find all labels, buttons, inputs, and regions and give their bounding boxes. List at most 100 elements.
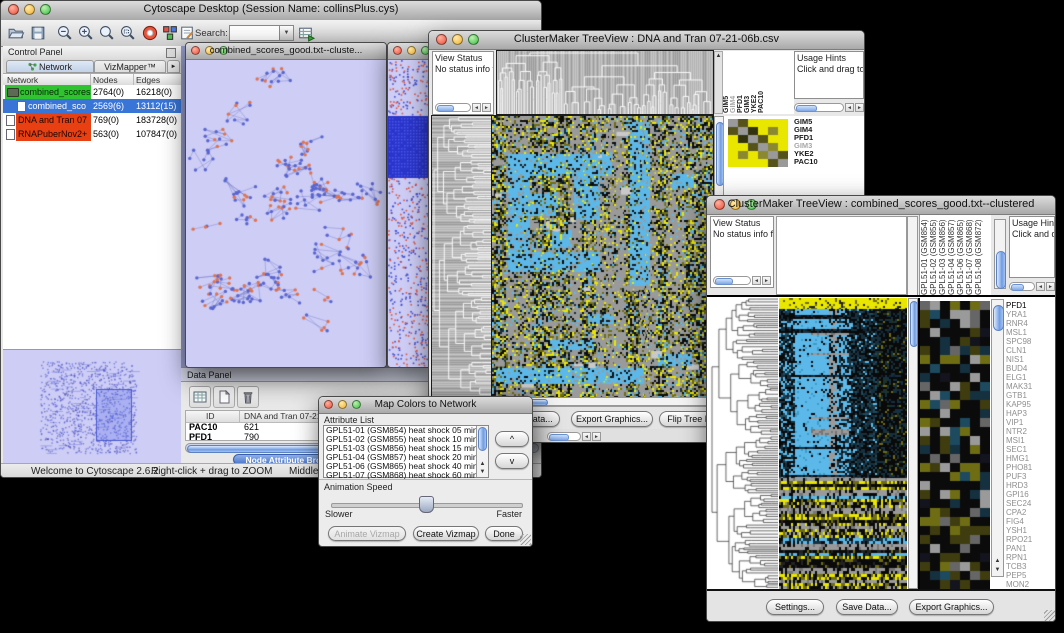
tab-vizmapper[interactable]: VizMapper™ bbox=[94, 60, 166, 73]
array-column-label[interactable]: GPL51-07 (GSM868) bbox=[965, 215, 974, 295]
global-heatmap-canvas[interactable] bbox=[779, 298, 907, 589]
gene-column-label[interactable]: PAC10 bbox=[758, 51, 765, 113]
gene-label[interactable]: YRA1 bbox=[1006, 310, 1056, 319]
genelist-vscrollbar[interactable]: ▲▼ bbox=[991, 299, 1004, 577]
zoom-out-icon[interactable] bbox=[56, 24, 74, 42]
gene-column-label[interactable]: YKE2 bbox=[751, 51, 758, 113]
help-lifebuoy-icon[interactable] bbox=[141, 24, 159, 42]
gene-label[interactable]: NTR2 bbox=[1006, 427, 1056, 436]
table-row-rnapubernov2[interactable]: RNAPuberNov2+ 563(0) 107847(0) bbox=[3, 127, 181, 141]
gene-label[interactable]: KAP95 bbox=[1006, 400, 1056, 409]
gene-label[interactable]: BUD4 bbox=[1006, 364, 1056, 373]
create-vizmap-button[interactable]: Create Vizmap bbox=[413, 526, 479, 541]
slider-right-arrow[interactable]: ► bbox=[855, 103, 864, 112]
zoom-slider[interactable]: ◄► bbox=[435, 103, 491, 112]
move-up-button[interactable]: ^ bbox=[495, 431, 529, 447]
gene-row-label[interactable]: PAC10 bbox=[794, 158, 818, 166]
network-overview-canvas[interactable] bbox=[4, 351, 180, 463]
slider-right-arrow[interactable]: ► bbox=[482, 103, 491, 112]
array-column-label[interactable]: GPL51-04 (GSM857) bbox=[947, 215, 956, 295]
array-column-label[interactable]: GPL51-08 (GSM872) bbox=[974, 215, 983, 295]
slider-right-arrow[interactable]: ► bbox=[592, 432, 601, 441]
gene-label[interactable]: RPO21 bbox=[1006, 535, 1056, 544]
gene-label[interactable]: MON2 bbox=[1006, 580, 1056, 589]
gene-label[interactable]: NIS1 bbox=[1006, 355, 1056, 364]
slider-left-arrow[interactable]: ◄ bbox=[845, 103, 854, 112]
vizmap-icon[interactable] bbox=[161, 24, 179, 42]
zoom-in-icon[interactable] bbox=[77, 24, 95, 42]
open-folder-icon[interactable] bbox=[7, 24, 25, 42]
gene-label[interactable]: CPA2 bbox=[1006, 508, 1056, 517]
gene-label[interactable]: RPN1 bbox=[1006, 553, 1056, 562]
search-input[interactable] bbox=[229, 25, 281, 41]
network-graph-canvas[interactable] bbox=[186, 60, 386, 368]
trash-icon[interactable] bbox=[237, 386, 259, 408]
global-heatmap-canvas[interactable] bbox=[492, 116, 713, 397]
labels-vscrollbar[interactable] bbox=[994, 219, 1006, 289]
vscrollbar-thumb[interactable] bbox=[478, 427, 487, 451]
table-row-combined-scores[interactable]: combined_scores 2764(0) 16218(0) bbox=[3, 85, 181, 99]
slider-left-arrow[interactable]: ◄ bbox=[752, 276, 761, 285]
gene-label[interactable]: GTB1 bbox=[1006, 391, 1056, 400]
bottom-slider[interactable]: ◄► bbox=[547, 432, 601, 441]
array-column-label[interactable]: GPL51-02 (GSM855) bbox=[929, 215, 938, 295]
array-column-label[interactable]: GPL51-03 (GSM856) bbox=[938, 215, 947, 295]
gene-label[interactable]: RNR4 bbox=[1006, 319, 1056, 328]
done-button[interactable]: Done bbox=[485, 526, 523, 541]
export-graphics-button[interactable]: Export Graphics... bbox=[571, 411, 653, 427]
gene-label[interactable]: HMG1 bbox=[1006, 454, 1056, 463]
main-titlebar[interactable]: Cytoscape Desktop (Session Name: collins… bbox=[1, 1, 541, 21]
column-dendrogram-canvas[interactable] bbox=[497, 51, 713, 114]
dialog-titlebar[interactable]: Map Colors to Network bbox=[319, 397, 532, 414]
table-row-dna-tran[interactable]: DNA and Tran 07 769(0) 183728(0) bbox=[3, 113, 181, 127]
gene-column-label[interactable]: GIM3 bbox=[744, 51, 751, 113]
gene-label[interactable]: MSI1 bbox=[1006, 436, 1056, 445]
gene-column-label[interactable]: PFD1 bbox=[737, 51, 744, 113]
close-icon[interactable] bbox=[393, 46, 402, 55]
move-down-button[interactable]: v bbox=[495, 453, 529, 469]
gene-column-label[interactable]: GIM5 bbox=[723, 51, 730, 113]
tab-network[interactable]: Network bbox=[6, 60, 94, 73]
array-column-label[interactable]: GPL51-06 (GSM865) bbox=[956, 215, 965, 295]
gene-label[interactable]: SEC24 bbox=[1006, 499, 1056, 508]
gene-label[interactable]: HRD3 bbox=[1006, 481, 1056, 490]
export-graphics-button[interactable]: Export Graphics... bbox=[909, 599, 994, 615]
save-icon[interactable] bbox=[29, 24, 47, 42]
zoom-selected-icon[interactable] bbox=[119, 24, 137, 42]
resize-grip[interactable] bbox=[520, 534, 531, 545]
annotation-icon[interactable] bbox=[178, 24, 196, 42]
slider-thumb[interactable] bbox=[419, 496, 434, 513]
new-attribute-icon[interactable] bbox=[213, 386, 235, 408]
gene-label[interactable]: PHO81 bbox=[1006, 463, 1056, 472]
table-row-combined-sco-selected[interactable]: combined_sco 2569(6) 13112(15) bbox=[3, 99, 181, 113]
gene-label[interactable]: MSL1 bbox=[1006, 328, 1056, 337]
gene-label[interactable]: SEC1 bbox=[1006, 445, 1056, 454]
gene-label[interactable]: PFD1 bbox=[1006, 301, 1056, 310]
gene-label[interactable]: PUF3 bbox=[1006, 472, 1056, 481]
float-panel-icon[interactable] bbox=[166, 48, 176, 58]
tab-overflow-arrow[interactable]: ► bbox=[167, 60, 180, 73]
slider-right-arrow[interactable]: ► bbox=[1046, 282, 1055, 291]
slider-left-arrow[interactable]: ◄ bbox=[1036, 282, 1045, 291]
array-column-label[interactable]: GPL51-01 (GSM854) bbox=[920, 215, 929, 295]
gene-label[interactable]: MAK31 bbox=[1006, 382, 1056, 391]
network-view-2-titlebar[interactable] bbox=[388, 43, 431, 60]
gene-label[interactable]: GPI16 bbox=[1006, 490, 1056, 499]
gene-column-label[interactable]: GIM4 bbox=[730, 51, 737, 113]
gene-label[interactable]: PAN1 bbox=[1006, 544, 1056, 553]
attribute-list-scrollbar[interactable]: ▲▼ bbox=[476, 426, 488, 477]
column-dendrogram-area[interactable] bbox=[776, 216, 907, 295]
resize-grip[interactable] bbox=[1044, 610, 1055, 621]
save-data-button[interactable]: Save Data... bbox=[836, 599, 898, 615]
zoom-fit-icon[interactable] bbox=[98, 24, 116, 42]
zoom-panel-slider[interactable]: ◄► bbox=[794, 103, 864, 112]
zoom-slider[interactable]: ◄► bbox=[713, 276, 771, 285]
row-dendrogram-canvas[interactable] bbox=[710, 298, 778, 589]
heatmap-vscrollbar[interactable] bbox=[908, 298, 918, 589]
treeview-dna-titlebar[interactable]: ClusterMaker TreeView : DNA and Tran 07-… bbox=[429, 31, 864, 50]
row-dendrogram-canvas[interactable] bbox=[432, 116, 491, 397]
gene-label[interactable]: FIG4 bbox=[1006, 517, 1056, 526]
gene-label[interactable]: HAP3 bbox=[1006, 409, 1056, 418]
slider-left-arrow[interactable]: ◄ bbox=[582, 432, 591, 441]
usage-slider[interactable]: ◄► bbox=[1009, 282, 1055, 291]
